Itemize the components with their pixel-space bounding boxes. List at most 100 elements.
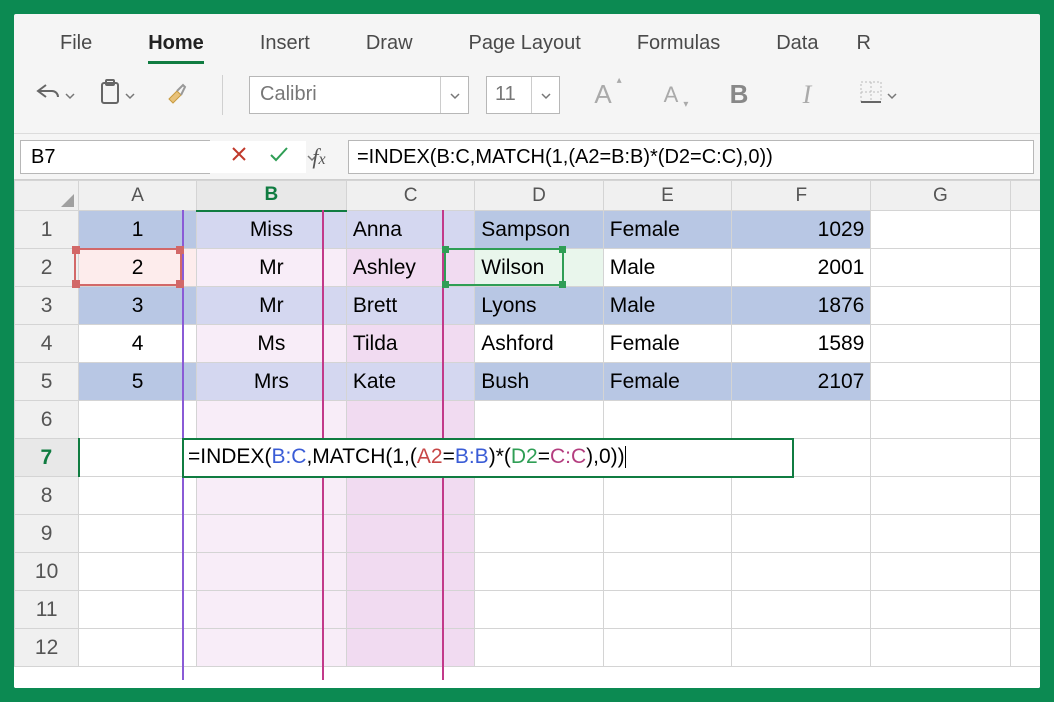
font-size-input[interactable] [487,77,531,113]
tab-home[interactable]: Home [120,24,232,64]
col-header-H[interactable]: H [1010,181,1040,211]
cell-E6[interactable] [603,401,731,439]
cell-F4[interactable]: 1589 [732,325,871,363]
cell-D9[interactable] [475,515,603,553]
cell-H10[interactable] [1010,553,1040,591]
row-header-11[interactable]: 11 [15,591,79,629]
cell-B3[interactable]: Mr [196,287,346,325]
cell-B6[interactable] [196,401,346,439]
borders-button[interactable] [850,75,906,115]
tab-formulas[interactable]: Formulas [609,24,748,64]
cell-F10[interactable] [732,553,871,591]
cell-F3[interactable]: 1876 [732,287,871,325]
cell-D6[interactable] [475,401,603,439]
cell-C5[interactable]: Kate [346,363,474,401]
cell-A10[interactable] [79,553,197,591]
row-header-2[interactable]: 2 [15,249,79,287]
row-header-10[interactable]: 10 [15,553,79,591]
cell-D12[interactable] [475,629,603,667]
cell-G5[interactable] [871,363,1010,401]
cell-H8[interactable] [1010,477,1040,515]
undo-button[interactable] [32,75,78,115]
row-header-1[interactable]: 1 [15,211,79,249]
paste-button[interactable] [96,75,138,115]
cell-E8[interactable] [603,477,731,515]
cell-G4[interactable] [871,325,1010,363]
tab-next-partial[interactable]: R [846,24,870,64]
cell-G1[interactable] [871,211,1010,249]
font-name-dropdown[interactable] [440,77,468,113]
cell-A5[interactable]: 5 [79,363,197,401]
cell-A7[interactable] [79,439,197,477]
cell-F9[interactable] [732,515,871,553]
cell-B11[interactable] [196,591,346,629]
cell-E2[interactable]: Male [603,249,731,287]
cell-H7[interactable] [1010,439,1040,477]
cell-H1[interactable] [1010,211,1040,249]
cell-D4[interactable]: Ashford [475,325,603,363]
editing-cell-b7[interactable]: =INDEX(B:C,MATCH(1,(A2=B:B)*(D2=C:C),0)) [182,438,794,478]
cell-B10[interactable] [196,553,346,591]
cell-C3[interactable]: Brett [346,287,474,325]
cell-H4[interactable] [1010,325,1040,363]
cell-A3[interactable]: 3 [79,287,197,325]
cell-H9[interactable] [1010,515,1040,553]
cell-F6[interactable] [732,401,871,439]
cell-B5[interactable]: Mrs [196,363,346,401]
cell-D1[interactable]: Sampson [475,211,603,249]
cell-C9[interactable] [346,515,474,553]
col-header-G[interactable]: G [871,181,1010,211]
cell-B8[interactable] [196,477,346,515]
col-header-B[interactable]: B [196,181,346,211]
font-name-input[interactable] [250,77,440,113]
cell-E4[interactable]: Female [603,325,731,363]
cell-F1[interactable]: 1029 [732,211,871,249]
row-header-6[interactable]: 6 [15,401,79,439]
accept-formula-button[interactable] [262,140,296,174]
cell-D11[interactable] [475,591,603,629]
cell-F12[interactable] [732,629,871,667]
cell-C10[interactable] [346,553,474,591]
cell-B2[interactable]: Mr [196,249,346,287]
col-header-D[interactable]: D [475,181,603,211]
name-box[interactable] [20,140,210,174]
cell-G7[interactable] [871,439,1010,477]
tab-insert[interactable]: Insert [232,24,338,64]
cell-A9[interactable] [79,515,197,553]
cell-G12[interactable] [871,629,1010,667]
col-header-E[interactable]: E [603,181,731,211]
formula-bar[interactable]: =INDEX(B:C,MATCH(1,(A2=B:B)*(D2=C:C),0)) [348,140,1034,174]
cell-E3[interactable]: Male [603,287,731,325]
cell-G8[interactable] [871,477,1010,515]
font-size-selector[interactable] [486,76,560,114]
col-header-C[interactable]: C [346,181,474,211]
cell-B1[interactable]: Miss [196,211,346,249]
format-painter-button[interactable] [156,75,196,115]
cell-A4[interactable]: 4 [79,325,197,363]
cell-E12[interactable] [603,629,731,667]
cell-H3[interactable] [1010,287,1040,325]
cell-E9[interactable] [603,515,731,553]
col-header-A[interactable]: A [79,181,197,211]
cancel-formula-button[interactable] [222,140,256,174]
cell-F5[interactable]: 2107 [732,363,871,401]
tab-data[interactable]: Data [748,24,846,64]
row-header-5[interactable]: 5 [15,363,79,401]
row-header-7[interactable]: 7 [15,439,79,477]
decrease-font-button[interactable]: A▾ [646,75,696,115]
tab-draw[interactable]: Draw [338,24,441,64]
cell-D5[interactable]: Bush [475,363,603,401]
cell-D3[interactable]: Lyons [475,287,603,325]
cell-B4[interactable]: Ms [196,325,346,363]
cell-E11[interactable] [603,591,731,629]
cell-C1[interactable]: Anna [346,211,474,249]
cell-A11[interactable] [79,591,197,629]
cell-A1[interactable]: 1 [79,211,197,249]
col-header-F[interactable]: F [732,181,871,211]
cell-D10[interactable] [475,553,603,591]
spreadsheet-grid[interactable]: A B C D E F G H 1 1 Miss Anna Sampson [14,180,1040,688]
increase-font-button[interactable]: A▴ [578,75,628,115]
row-header-12[interactable]: 12 [15,629,79,667]
cell-H2[interactable] [1010,249,1040,287]
cell-E1[interactable]: Female [603,211,731,249]
